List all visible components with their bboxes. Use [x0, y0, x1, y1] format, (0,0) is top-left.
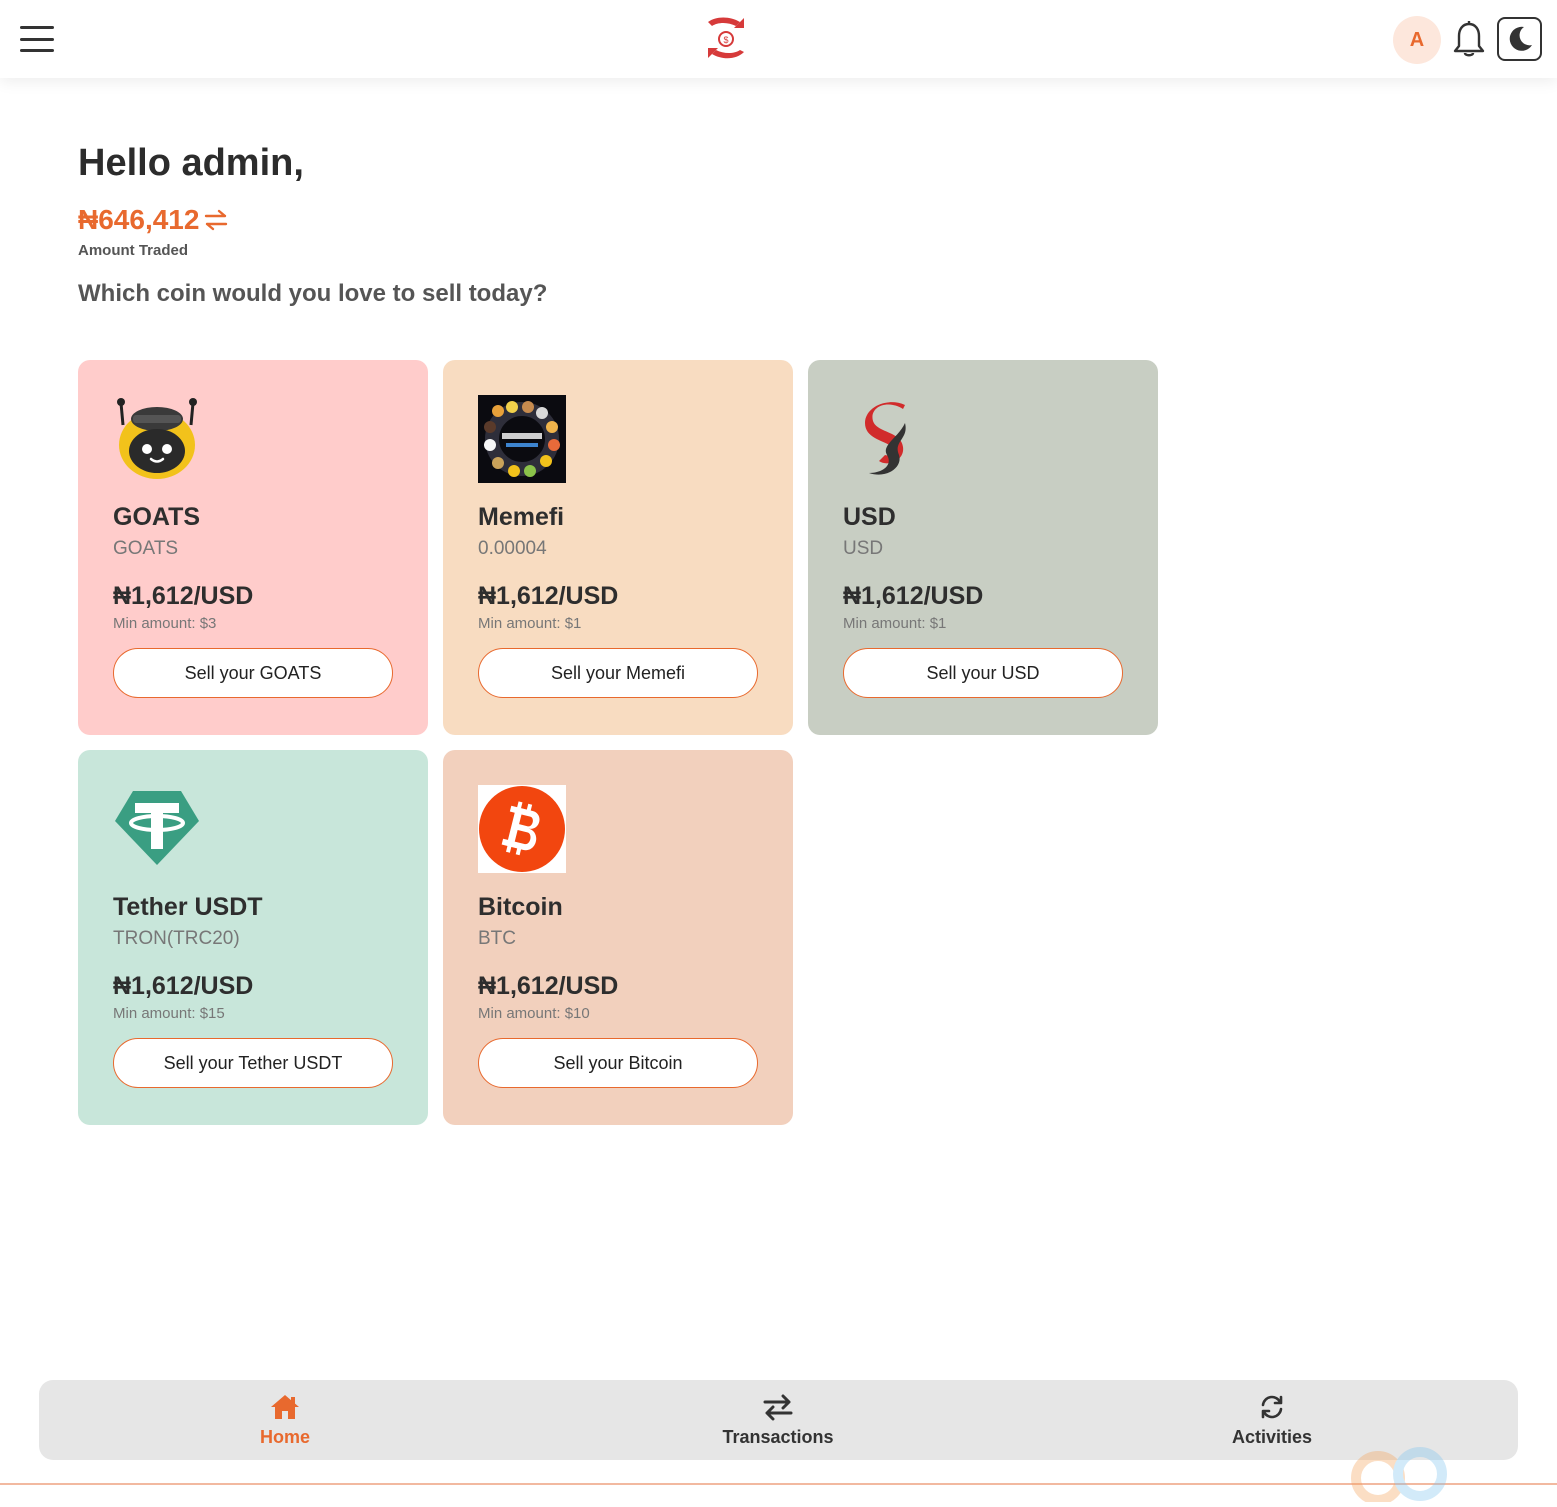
- nav-activities-label: Activities: [1231, 1426, 1313, 1447]
- coin-min-amount: Min amount: $1: [843, 615, 947, 632]
- amount-traded-row: ₦646,412: [78, 204, 229, 236]
- coin-rate: ₦1,612/USD: [478, 582, 619, 610]
- svg-text:$: $: [723, 35, 728, 45]
- coin-rate: ₦1,612/USD: [843, 582, 984, 610]
- nav-transactions[interactable]: Transactions: [678, 1380, 878, 1460]
- sync-icon: [1261, 1395, 1283, 1418]
- coin-name: GOATS: [113, 503, 201, 531]
- nav-transactions-label: Transactions: [722, 1426, 834, 1447]
- bottom-navigation: Home Transactions Activities: [39, 1380, 1518, 1460]
- swap-arrows-icon[interactable]: [203, 208, 229, 232]
- coin-network: BTC: [478, 928, 516, 949]
- coin-min-amount: Min amount: $10: [478, 1005, 590, 1022]
- coin-card-bitcoin[interactable]: Bitcoin BTC ₦1,612/USD Min amount: $10 S…: [443, 750, 793, 1125]
- amount-traded-value: ₦646,412: [78, 204, 200, 235]
- coin-card-tether[interactable]: Tether USDT TRON(TRC20) ₦1,612/USD Min a…: [78, 750, 428, 1125]
- coin-rate: ₦1,612/USD: [478, 972, 619, 1000]
- nav-home[interactable]: Home: [185, 1380, 385, 1460]
- coin-name: Memefi: [478, 503, 565, 531]
- dark-mode-toggle[interactable]: [1497, 17, 1542, 61]
- sell-tether-button[interactable]: Sell your Tether USDT: [113, 1038, 393, 1088]
- watermark-logo-icon: [1351, 1447, 1447, 1502]
- goats-robot-icon: [117, 398, 197, 479]
- nav-activities[interactable]: Activities: [1172, 1380, 1372, 1460]
- coin-network: TRON(TRC20): [113, 928, 240, 949]
- coin-card-memefi[interactable]: Memefi 0.00004 ₦1,612/USD Min amount: $1…: [443, 360, 793, 735]
- coin-min-amount: Min amount: $3: [113, 615, 217, 632]
- transfer-arrows-icon: [763, 1394, 793, 1420]
- nav-home-label: Home: [259, 1426, 310, 1447]
- amount-traded-label: Amount Traded: [78, 242, 189, 259]
- menu-icon[interactable]: [20, 26, 54, 52]
- notification-bell-icon[interactable]: [1452, 20, 1486, 58]
- bottom-divider: [0, 1483, 1557, 1485]
- memefi-icon: [478, 395, 566, 483]
- coin-card-goats[interactable]: GOATS GOATS ₦1,612/USD Min amount: $3 Se…: [78, 360, 428, 735]
- user-avatar[interactable]: A: [1393, 16, 1441, 64]
- home-icon: [271, 1394, 299, 1419]
- bitcoin-icon: [478, 785, 566, 873]
- sell-question: Which coin would you love to sell today?: [78, 280, 548, 307]
- coin-network: USD: [843, 538, 884, 559]
- coin-rate: ₦1,612/USD: [113, 582, 254, 610]
- coin-name: USD: [843, 503, 896, 531]
- sell-usd-button[interactable]: Sell your USD: [843, 648, 1123, 698]
- coin-network: 0.00004: [478, 538, 547, 559]
- moon-icon: [1509, 26, 1532, 51]
- sell-bitcoin-button[interactable]: Sell your Bitcoin: [478, 1038, 758, 1088]
- usd-s-logo-icon: [865, 402, 906, 475]
- coin-network: GOATS: [113, 538, 179, 559]
- coin-name: Bitcoin: [478, 893, 563, 921]
- coin-rate: ₦1,612/USD: [113, 972, 254, 1000]
- coin-card-usd[interactable]: USD USD ₦1,612/USD Min amount: $1 Sell y…: [808, 360, 1158, 735]
- top-header: $ A: [0, 0, 1557, 78]
- coin-min-amount: Min amount: $1: [478, 615, 582, 632]
- sell-memefi-button[interactable]: Sell your Memefi: [478, 648, 758, 698]
- coin-name: Tether USDT: [113, 893, 263, 921]
- sell-goats-button[interactable]: Sell your GOATS: [113, 648, 393, 698]
- app-logo[interactable]: $: [700, 14, 752, 64]
- coin-min-amount: Min amount: $15: [113, 1005, 225, 1022]
- greeting-title: Hello admin,: [78, 142, 304, 184]
- tether-icon: [115, 791, 199, 865]
